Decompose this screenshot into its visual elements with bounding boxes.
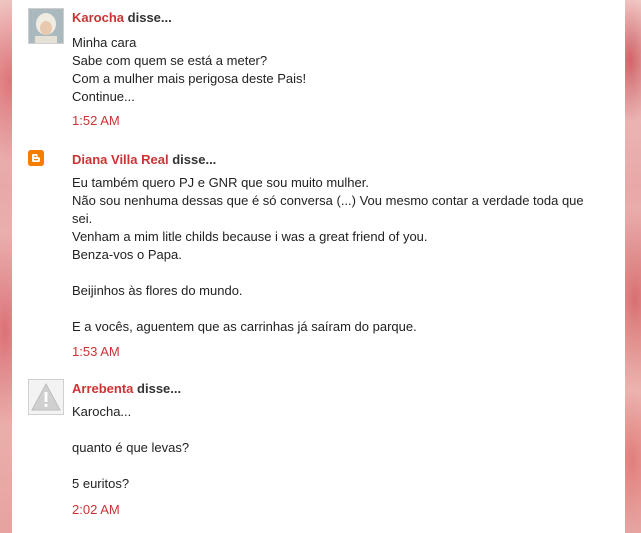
comment-line: E a vocês, aguentem que as carrinhas já … xyxy=(72,319,417,334)
comment-line: Benza-vos o Papa. xyxy=(72,247,182,262)
comment-line: quanto é que levas? xyxy=(72,440,190,455)
author-link[interactable]: Arrebenta xyxy=(72,381,133,396)
comment-line: Continue... xyxy=(72,89,135,104)
comment-body: Karocha... quanto é que levas? 5 euritos… xyxy=(72,403,602,493)
comment-line: Minha cara xyxy=(72,35,137,50)
said-label: disse... xyxy=(172,152,217,167)
comment-line: Com a mulher mais perigosa deste Pais! xyxy=(72,71,307,86)
comment-body: Eu também quero PJ e GNR que sou muito m… xyxy=(72,174,602,336)
comment-timestamp[interactable]: 1:52 AM xyxy=(72,113,120,128)
comment-line xyxy=(72,300,602,318)
author-link[interactable]: Karocha xyxy=(72,10,124,25)
comment-line: Venham a mim litle childs because i was … xyxy=(72,229,428,244)
comment-author-line: Arrebenta disse... xyxy=(72,381,181,396)
comment-timestamp[interactable]: 2:02 AM xyxy=(72,502,120,517)
comment-line: Beijinhos às flores do mundo. xyxy=(72,283,243,298)
comment-line xyxy=(72,457,602,475)
comment-author-line: Karocha disse... xyxy=(72,10,172,25)
comment-line: Não sou nenhuma dessas que é só conversa… xyxy=(72,193,584,226)
comments-panel: Karocha disse... Minha cara Sabe com que… xyxy=(12,0,625,533)
user-photo-icon[interactable] xyxy=(28,8,64,44)
comment-line: Eu também quero PJ e GNR que sou muito m… xyxy=(72,175,369,190)
comment-line: 5 euritos? xyxy=(72,476,130,491)
blogger-icon[interactable] xyxy=(28,150,44,166)
comment-author-line: Diana Villa Real disse... xyxy=(72,152,216,167)
said-label: disse... xyxy=(137,381,182,396)
author-link[interactable]: Diana Villa Real xyxy=(72,152,169,167)
said-label: disse... xyxy=(127,10,172,25)
comment-line: Karocha... xyxy=(72,404,132,419)
default-avatar-icon[interactable] xyxy=(28,379,64,415)
comment-body: Minha cara Sabe com quem se está a meter… xyxy=(72,34,602,106)
comment-line: Sabe com quem se está a meter? xyxy=(72,53,268,68)
comment-timestamp[interactable]: 1:53 AM xyxy=(72,344,120,359)
comment-line xyxy=(72,421,602,439)
comment-line xyxy=(72,264,602,282)
